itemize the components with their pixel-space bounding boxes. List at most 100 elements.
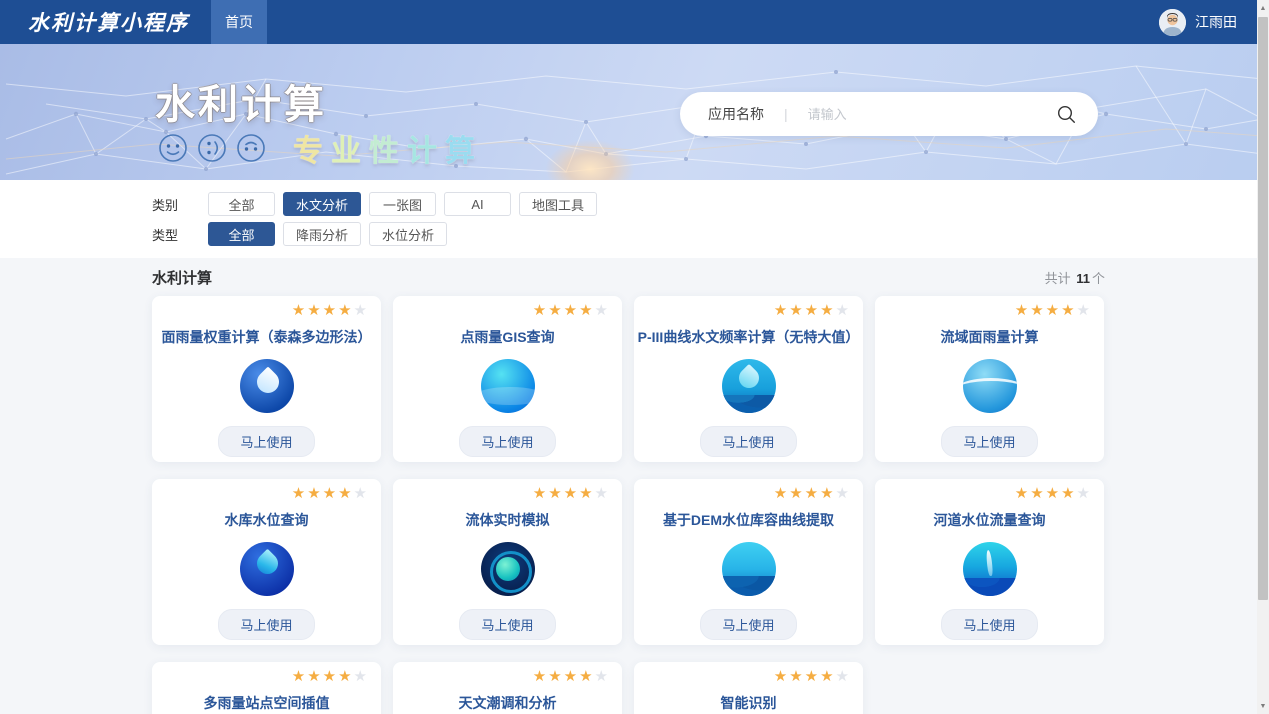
filter-category-hydrology[interactable]: 水文分析	[283, 192, 361, 216]
app-card: ★★★★★天文潮调和分析马上使用	[393, 662, 622, 714]
search-input[interactable]	[808, 107, 1057, 122]
page: 水利计算小程序 首页 江雨田	[0, 0, 1269, 714]
star-icon-filled: ★	[805, 668, 820, 685]
app-card: ★★★★★多雨量站点空间插值马上使用	[152, 662, 381, 714]
filter-category-ai[interactable]: AI	[444, 192, 511, 216]
filter-type-waterlevel[interactable]: 水位分析	[369, 222, 447, 246]
section-title: 水利计算	[152, 267, 212, 288]
scrollbar-up-arrow[interactable]: ▲	[1257, 1, 1269, 15]
star-icon-filled: ★	[1015, 485, 1030, 502]
use-now-button[interactable]: 马上使用	[459, 609, 555, 640]
star-icon-empty: ★	[836, 668, 851, 685]
app-card: ★★★★★流域面雨量计算马上使用	[875, 296, 1104, 462]
star-icon-filled: ★	[292, 485, 307, 502]
section-header: 水利计算 共计 11个	[152, 258, 1105, 296]
rating-stars: ★★★★★	[292, 486, 369, 501]
tab-home[interactable]: 首页	[211, 0, 267, 44]
filter-category-onemap[interactable]: 一张图	[369, 192, 436, 216]
star-icon-filled: ★	[1015, 302, 1030, 319]
hero-subtitle: 专业性计算	[293, 126, 483, 170]
star-icon-filled: ★	[1061, 302, 1076, 319]
star-icon-filled: ★	[579, 485, 594, 502]
star-icon-filled: ★	[820, 668, 835, 685]
main-content: 水利计算 共计 11个 ★★★★★面雨量权重计算（泰森多边形法）马上使用 ★★★…	[0, 258, 1269, 714]
app-card: ★★★★★河道水位流量查询马上使用	[875, 479, 1104, 645]
star-icon-filled: ★	[323, 302, 338, 319]
star-icon-filled: ★	[323, 485, 338, 502]
search-icon[interactable]	[1057, 105, 1076, 124]
smiley-icon-3	[236, 133, 266, 163]
use-now-button[interactable]: 马上使用	[218, 426, 314, 457]
star-icon-empty: ★	[836, 485, 851, 502]
use-now-button[interactable]: 马上使用	[218, 609, 314, 640]
star-icon-filled: ★	[323, 668, 338, 685]
user-name: 江雨田	[1195, 12, 1237, 32]
star-icon-filled: ★	[292, 302, 307, 319]
star-icon-empty: ★	[595, 302, 610, 319]
star-icon-filled: ★	[307, 668, 322, 685]
filter-type-label: 类型	[152, 225, 192, 244]
lens-flare	[545, 139, 635, 180]
hero-subtitle-row: 专业性计算	[158, 126, 483, 170]
app-card: ★★★★★智能识别马上使用	[634, 662, 863, 714]
filter-type-all[interactable]: 全部	[208, 222, 275, 246]
star-icon-filled: ★	[1030, 302, 1045, 319]
star-icon-filled: ★	[579, 668, 594, 685]
star-icon-filled: ★	[533, 668, 548, 685]
user-menu[interactable]: 江雨田	[1159, 9, 1237, 36]
star-icon-filled: ★	[307, 302, 322, 319]
filter-panel: 类别 全部 水文分析 一张图 AI 地图工具 类型 全部 降雨分析 水位分析	[0, 180, 1269, 258]
app-card: ★★★★★面雨量权重计算（泰森多边形法）马上使用	[152, 296, 381, 462]
app-card: ★★★★★点雨量GIS查询马上使用	[393, 296, 622, 462]
star-icon-filled: ★	[548, 668, 563, 685]
sphere-wave-app-icon	[963, 359, 1017, 413]
use-now-button[interactable]: 马上使用	[941, 609, 1037, 640]
splash-app-icon	[963, 542, 1017, 596]
star-icon-filled: ★	[338, 485, 353, 502]
star-icon-filled: ★	[533, 485, 548, 502]
rating-stars: ★★★★★	[1015, 303, 1092, 318]
star-icon-filled: ★	[292, 668, 307, 685]
star-icon-empty: ★	[595, 485, 610, 502]
filter-category-label: 类别	[152, 195, 192, 214]
star-icon-empty: ★	[354, 302, 369, 319]
use-now-button[interactable]: 马上使用	[700, 426, 796, 457]
search-bar: 应用名称 |	[680, 92, 1098, 136]
star-icon-filled: ★	[1030, 485, 1045, 502]
scrollbar-thumb[interactable]	[1258, 17, 1268, 600]
star-icon-filled: ★	[548, 302, 563, 319]
app-grid: ★★★★★面雨量权重计算（泰森多边形法）马上使用 ★★★★★点雨量GIS查询马上…	[152, 296, 1105, 714]
star-icon-filled: ★	[564, 668, 579, 685]
star-icon-filled: ★	[564, 302, 579, 319]
use-now-button[interactable]: 马上使用	[459, 426, 555, 457]
star-icon-filled: ★	[1046, 485, 1061, 502]
filter-category-all[interactable]: 全部	[208, 192, 275, 216]
use-now-button[interactable]: 马上使用	[941, 426, 1037, 457]
star-icon-empty: ★	[1077, 302, 1092, 319]
scrollbar-down-arrow[interactable]: ▼	[1257, 699, 1269, 713]
ring-core-app-icon	[481, 542, 535, 596]
star-icon-empty: ★	[354, 668, 369, 685]
rating-stars: ★★★★★	[774, 303, 851, 318]
user-avatar[interactable]	[1159, 9, 1186, 36]
rating-stars: ★★★★★	[533, 303, 610, 318]
rating-stars: ★★★★★	[1015, 486, 1092, 501]
rating-stars: ★★★★★	[774, 669, 851, 684]
avatar-photo	[1159, 9, 1186, 36]
star-icon-empty: ★	[354, 485, 369, 502]
app-card: ★★★★★P-III曲线水文频率计算（无特大值）马上使用	[634, 296, 863, 462]
use-now-button[interactable]: 马上使用	[700, 609, 796, 640]
star-icon-filled: ★	[338, 302, 353, 319]
search-divider: |	[784, 106, 788, 122]
filter-row-type: 类型 全部 降雨分析 水位分析	[152, 222, 1269, 246]
filter-category-maptools[interactable]: 地图工具	[519, 192, 597, 216]
star-icon-filled: ★	[820, 485, 835, 502]
vertical-scrollbar[interactable]: ▲ ▼	[1257, 0, 1269, 714]
smiley-icon-2	[197, 133, 227, 163]
hero-banner: 水利计算 专业性计算 应用名称 |	[0, 44, 1269, 180]
smiley-icon-1	[158, 133, 188, 163]
star-icon-filled: ★	[1046, 302, 1061, 319]
filter-type-rainfall[interactable]: 降雨分析	[283, 222, 361, 246]
star-icon-empty: ★	[836, 302, 851, 319]
navbar: 水利计算小程序 首页 江雨田	[0, 0, 1269, 44]
